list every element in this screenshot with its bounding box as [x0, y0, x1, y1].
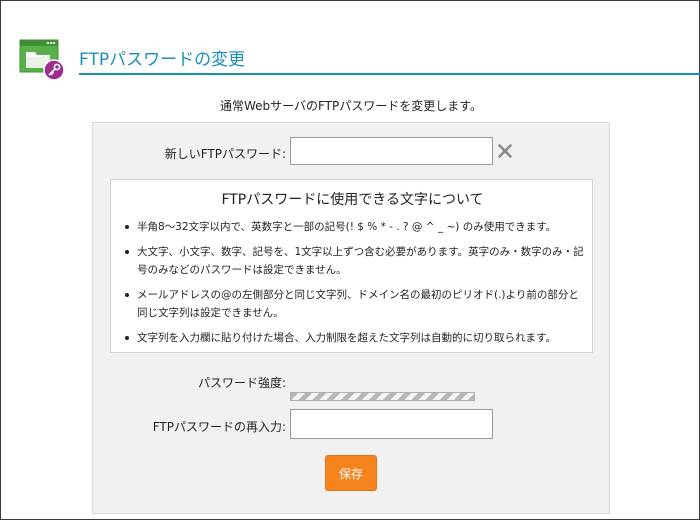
page-title: FTPパスワードの変更	[79, 50, 246, 70]
list-item: 文字列を入力欄に貼り付けた場合、入力制限を超えた文字列は自動的に切り取られます。	[123, 329, 585, 347]
list-item: 大文字、小文字、数字、記号を、1文字以上ずつ含む必要があります。英字のみ・数字の…	[123, 243, 585, 279]
allowed-characters-info: FTPパスワードに使用できる文字について 半角8～32文字以内で、英数字と一部の…	[110, 179, 593, 353]
folder-key-icon	[19, 39, 65, 81]
close-icon[interactable]	[497, 143, 513, 159]
list-item: メールアドレスの@の左側部分と同じ文字列、ドメイン名の最初のピリオド(.)より前…	[123, 286, 585, 322]
new-password-label: 新しいFTPパスワード:	[164, 147, 286, 161]
new-password-input[interactable]	[290, 137, 493, 165]
password-form-panel: 新しいFTPパスワード: FTPパスワードに使用できる文字について 半角8～32…	[92, 122, 610, 514]
password-strength-label: パスワード強度:	[197, 376, 286, 390]
save-button[interactable]: 保存	[325, 455, 377, 491]
confirm-password-label: FTPパスワードの再入力:	[152, 420, 286, 434]
page-header: FTPパスワードの変更	[19, 37, 700, 81]
confirm-password-input[interactable]	[290, 409, 493, 439]
info-title: FTPパスワードに使用できる文字について	[221, 192, 484, 208]
list-item: 半角8～32文字以内で、英数字と一部の記号(! $ % * - . ? @ ^ …	[123, 218, 585, 236]
page-frame: FTPパスワードの変更 通常WebサーバのFTPパスワードを変更します。 新しい…	[0, 0, 700, 520]
password-strength-meter	[290, 392, 475, 401]
intro-text: 通常WebサーバのFTPパスワードを変更します。	[219, 99, 483, 113]
info-list: 半角8～32文字以内で、英数字と一部の記号(! $ % * - . ? @ ^ …	[123, 218, 585, 354]
header-divider	[79, 73, 700, 75]
